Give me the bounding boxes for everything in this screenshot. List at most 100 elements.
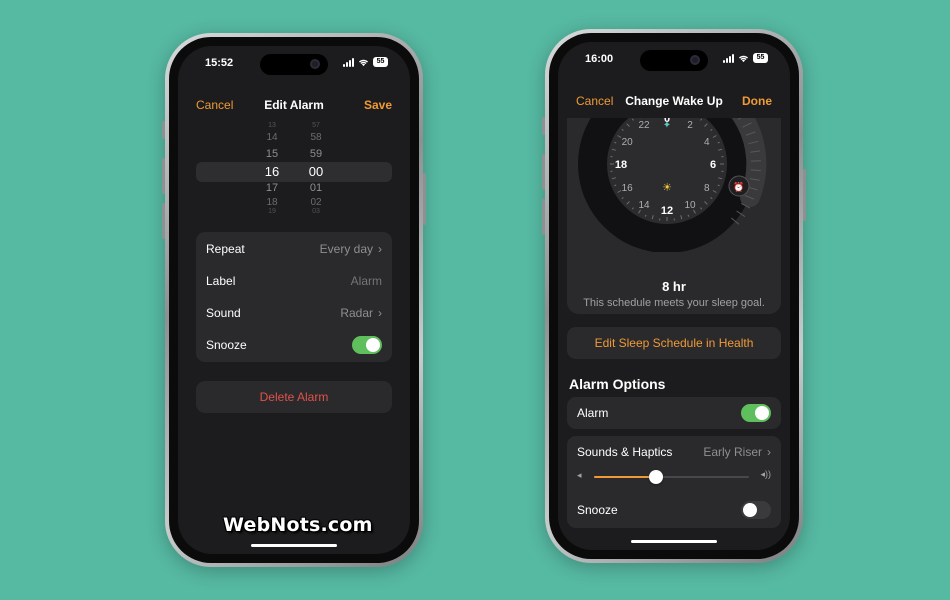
clock-hour-label: 12 <box>661 205 673 217</box>
clock-hour-label: 18 <box>615 159 627 171</box>
label-row: Label <box>196 265 392 297</box>
nav-bar: Cancel Change Wake Up Done <box>558 90 790 118</box>
clock-hour-label: 6 <box>710 159 716 171</box>
chevron-right-icon: › <box>378 242 382 256</box>
delete-alarm-label: Delete Alarm <box>259 390 329 404</box>
snooze-toggle[interactable] <box>741 501 771 519</box>
snooze-toggle[interactable] <box>352 336 382 354</box>
alarm-label-input[interactable] <box>272 274 382 288</box>
clock-hour-label: 8 <box>704 183 710 194</box>
home-indicator[interactable] <box>631 540 717 543</box>
volume-slider-knob[interactable] <box>649 470 663 484</box>
sleep-ring-tick <box>750 169 761 172</box>
snooze-label: Snooze <box>206 338 247 352</box>
volume-down-button <box>162 203 165 239</box>
sound-label: Sound <box>206 306 241 320</box>
picker-minute[interactable]: 03 <box>305 208 327 215</box>
battery-icon: 55 <box>753 53 768 63</box>
sounds-haptics-value: Early Riser <box>703 445 762 459</box>
snooze-row: Snooze <box>567 494 781 526</box>
clock-hour-label: 22 <box>638 120 650 131</box>
alarm-settings-group: Repeat Every day › Label Sound Radar › S… <box>196 232 392 362</box>
picker-selected-hour[interactable]: 16 <box>261 164 283 179</box>
wifi-icon <box>738 55 749 62</box>
repeat-value: Every day <box>319 242 373 256</box>
sounds-haptics-label: Sounds & Haptics <box>577 445 673 459</box>
action-button <box>542 117 545 135</box>
alarm-clock-icon: ⏰ <box>733 181 744 193</box>
picker-minute[interactable]: 58 <box>305 132 327 143</box>
picker-hour[interactable]: 15 <box>261 148 283 160</box>
sleep-clock-dial[interactable]: 0246810121416182022 ⏰ ✦ ☀ <box>567 102 781 252</box>
camera-icon <box>690 55 700 65</box>
picker-selected-minute[interactable]: 00 <box>305 164 327 179</box>
home-indicator[interactable] <box>251 544 337 547</box>
alarm-label: Alarm <box>577 406 609 420</box>
volume-slider-row: ◂ ◂)) <box>577 469 771 484</box>
label-label: Label <box>206 274 236 288</box>
sleep-duration: 8 hr <box>662 279 686 294</box>
picker-hour[interactable]: 13 <box>261 122 283 129</box>
sleep-goal-text: This schedule meets your sleep goal. <box>583 297 765 309</box>
volume-slider-fill <box>594 476 656 478</box>
sound-row[interactable]: Sound Radar › <box>196 297 392 329</box>
edit-sleep-schedule-label: Edit Sleep Schedule in Health <box>594 336 754 350</box>
sounds-group: Sounds & Haptics Early Riser › ◂ ◂)) Sno… <box>567 436 781 528</box>
cellular-signal-icon <box>343 57 354 67</box>
repeat-row[interactable]: Repeat Every day › <box>196 233 392 265</box>
chevron-right-icon: › <box>378 306 382 320</box>
alarm-toggle[interactable] <box>741 404 771 422</box>
volume-low-icon: ◂ <box>577 470 582 480</box>
time-picker[interactable]: 13 57 14 58 15 59 16 00 17 01 18 02 19 0… <box>178 122 410 222</box>
picker-minute[interactable]: 02 <box>305 197 327 208</box>
clock-hour-label: 10 <box>684 200 696 211</box>
volume-down-button <box>542 199 545 235</box>
picker-hour[interactable]: 19 <box>261 208 283 215</box>
clock-hour-label: 20 <box>622 137 634 148</box>
alarm-row: Alarm <box>567 397 781 429</box>
repeat-label: Repeat <box>206 242 245 256</box>
power-button <box>423 173 426 225</box>
status-bar: 16:00 55 <box>558 42 790 80</box>
sound-value: Radar <box>340 306 373 320</box>
right-phone: 16:00 55 Cancel Change Wake Up Done 0 2 … <box>542 29 806 563</box>
picker-hour[interactable]: 17 <box>261 182 283 194</box>
save-button[interactable]: Save <box>364 98 392 112</box>
delete-alarm-button[interactable]: Delete Alarm <box>196 381 392 413</box>
left-phone: 15:52 55 Cancel Edit Alarm Save 13 57 14… <box>162 33 426 567</box>
clock-hour-label: 2 <box>687 120 693 131</box>
clock-hour-label: 14 <box>638 200 650 211</box>
chevron-right-icon: › <box>767 445 771 459</box>
watermark-logo: WebNots.com <box>223 514 373 536</box>
picker-hour[interactable]: 18 <box>261 197 283 208</box>
battery-icon: 55 <box>373 57 388 67</box>
sun-icon: ☀ <box>662 181 672 194</box>
sleep-schedule-card: 0 2 4 6 8 10 12 14 16 18 20 22 ⏰ ✦ ☀ 8 hr This sche… <box>567 102 781 314</box>
snooze-label: Snooze <box>577 503 618 517</box>
status-time: 15:52 <box>205 57 234 69</box>
action-button <box>162 121 165 139</box>
bed-icon: ✦ <box>663 120 671 131</box>
alarm-options-heading: Alarm Options <box>569 376 666 392</box>
done-button[interactable]: Done <box>742 94 772 108</box>
picker-minute[interactable]: 57 <box>305 122 327 129</box>
picker-hour[interactable]: 14 <box>261 132 283 143</box>
status-bar: 15:52 55 <box>178 46 410 84</box>
picker-minute[interactable]: 59 <box>305 148 327 160</box>
snooze-row: Snooze <box>196 329 392 361</box>
right-screen: 16:00 55 Cancel Change Wake Up Done 0 2 … <box>558 42 790 550</box>
status-time: 16:00 <box>585 53 614 65</box>
alarm-toggle-group: Alarm <box>567 397 781 429</box>
left-screen: 15:52 55 Cancel Edit Alarm Save 13 57 14… <box>178 46 410 554</box>
dynamic-island <box>260 54 328 75</box>
camera-icon <box>310 59 320 69</box>
nav-bar: Cancel Edit Alarm Save <box>178 94 410 118</box>
dynamic-island <box>640 50 708 71</box>
volume-up-button <box>162 158 165 194</box>
edit-sleep-schedule-button[interactable]: Edit Sleep Schedule in Health <box>567 327 781 359</box>
volume-slider[interactable] <box>594 470 749 484</box>
sounds-haptics-row[interactable]: Sounds & Haptics Early Riser › <box>567 436 781 468</box>
clock-hour-label: 4 <box>704 137 710 148</box>
picker-minute[interactable]: 01 <box>305 182 327 194</box>
power-button <box>803 169 806 221</box>
